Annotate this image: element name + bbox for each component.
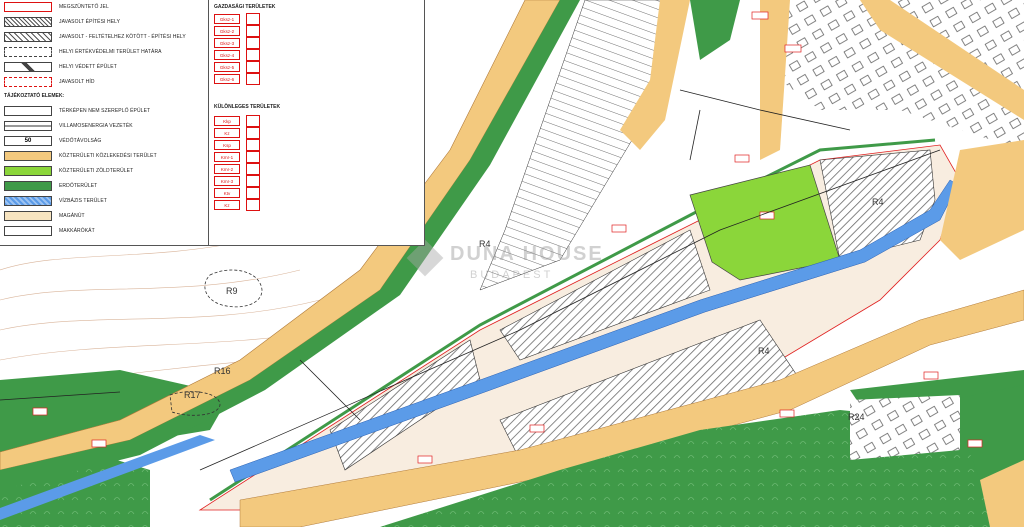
legend-info-item-row: KÖZTERÜLETI ZÖLDTERÜLET [4, 164, 133, 178]
legend-zone-code: Kkp [214, 116, 240, 126]
legend-zone-code: Gksz-5 [214, 62, 240, 72]
legend-item-label: HELYI ÉRTÉKVÉDELMI TERÜLET HATÁRA [59, 49, 162, 55]
label-r16: R16 [214, 366, 231, 376]
legend-item-label: HELYI VÉDETT ÉPÜLET [59, 64, 117, 70]
legend-zone-values [246, 25, 260, 37]
legend-info-item-swatch [4, 166, 52, 176]
legend-zone-code: Gksz-3 [214, 38, 240, 48]
legend-info-item-row: VILLAMOSENERGIA VEZETÉK [4, 119, 133, 133]
legend-zone-values [246, 139, 260, 151]
legend-zone-values [246, 187, 260, 199]
legend-zone-values [246, 127, 260, 139]
legend-zone-values [246, 37, 260, 49]
residential-southeast [850, 395, 960, 460]
legend-info-item-row: MAKKÁRÓKÁT [4, 224, 95, 238]
legend-info-item-swatch [4, 151, 52, 161]
legend-info-item-label: TÉRKÉPEN NEM SZEREPLŐ ÉPÜLET [59, 108, 151, 114]
legend-zone-column: GAZDASÁGI TERÜLETEK Gksz-1 Gksz-2 Gksz-3 Gk… [214, 0, 419, 246]
label-r9: R9 [226, 286, 238, 296]
legend-info-item-swatch [4, 196, 52, 206]
legend-item-swatch [4, 62, 52, 72]
legend-item-swatch [4, 47, 52, 57]
legend-info-item-row: MAGÁNÚT [4, 209, 85, 223]
legend-zone-values [246, 49, 260, 61]
legend-info-item-swatch [4, 106, 52, 116]
legend-zone-code: Ktv [214, 188, 240, 198]
legend-info-item-row: VÍZBÁZIS TERÜLET [4, 194, 107, 208]
legend-zone-values [246, 151, 260, 163]
legend-info-item-row: TÉRKÉPEN NEM SZEREPLŐ ÉPÜLET [4, 104, 150, 118]
legend-info-item-row: ERDŐTERÜLET [4, 179, 97, 193]
legend-info-item-label: KÖZTERÜLETI KÖZLEKEDÉSI TERÜLET [59, 153, 157, 159]
legend-zone-code: Gksz-4 [214, 50, 240, 60]
legend-zone-header: GAZDASÁGI TERÜLETEK [214, 4, 276, 10]
legend-info-header: TÁJÉKOZTATÓ ELEMEK: [4, 93, 65, 99]
legend-zone-code: Kz [214, 200, 240, 210]
legend-zone-values [246, 199, 260, 211]
legend-info-item-label: ERDŐTERÜLET [59, 183, 98, 189]
legend-item-label: JAVASOLT - FELTÉTELHEZ KÖTÖTT - ÉPÍTÉSI … [59, 34, 186, 40]
legend-info-item-swatch [4, 211, 52, 221]
legend-zone-values [246, 13, 260, 25]
legend-zone-code: Kz [214, 128, 240, 138]
label-r4-lower: R4 [872, 197, 884, 207]
legend-zone-code: Gksz-2 [214, 26, 240, 36]
legend-info-item-label: MAKKÁRÓKÁT [59, 228, 95, 234]
legend-zone-values [246, 115, 260, 127]
watermark-title: DUNA HOUSE [450, 243, 604, 265]
legend-item-label: JAVASOLT ÉPÍTÉSI HELY [59, 19, 121, 25]
legend-zone-values [246, 175, 260, 187]
map-legend: MEGSZÜNTETŐ JEL JAVASOLT ÉPÍTÉSI HELY JAVA… [0, 0, 425, 246]
legend-zone-code: Kmr-1 [214, 152, 240, 162]
legend-item-label: JAVASOLT HÍD [59, 79, 95, 85]
legend-zone-code: Kmr-3 [214, 176, 240, 186]
legend-zone-values [246, 163, 260, 175]
legend-zone-code: Gksz-1 [214, 14, 240, 24]
legend-item-row: HELYI VÉDETT ÉPÜLET [4, 60, 117, 74]
label-r24: R24 [848, 412, 865, 422]
legend-item-swatch [4, 17, 52, 27]
legend-zone-code: Gksz-6 [214, 74, 240, 84]
legend-info-item-label: VÉDŐTÁVOLSÁG [59, 138, 102, 144]
map-viewer[interactable]: R9 R16 R17 R4 R4 R4 R24 DUNA HOUSE BUDAP… [0, 0, 1024, 527]
watermark-subtitle: BUDAPEST [470, 269, 554, 281]
legend-item-swatch [4, 32, 52, 42]
legend-zone-values [246, 61, 260, 73]
legend-info-item-row: 50 VÉDŐTÁVOLSÁG [4, 134, 101, 148]
legend-item-row: HELYI ÉRTÉKVÉDELMI TERÜLET HATÁRA [4, 45, 162, 59]
label-r4-center: R4 [758, 346, 770, 356]
legend-item-row: JAVASOLT - FELTÉTELHEZ KÖTÖTT - ÉPÍTÉSI … [4, 30, 186, 44]
watermark: DUNA HOUSE BUDAPEST [406, 237, 608, 292]
legend-divider [208, 0, 209, 246]
legend-item-row: MEGSZÜNTETŐ JEL [4, 0, 109, 14]
legend-info-item-label: MAGÁNÚT [59, 213, 85, 219]
legend-info-item-label: VILLAMOSENERGIA VEZETÉK [59, 123, 133, 129]
label-r17: R17 [184, 390, 201, 400]
legend-zone-values [246, 73, 260, 85]
legend-info-item-row: KÖZTERÜLETI KÖZLEKEDÉSI TERÜLET [4, 149, 157, 163]
legend-info-item-swatch [4, 226, 52, 236]
legend-zone-code: Kmr-2 [214, 164, 240, 174]
legend-zone-code: Ksp [214, 140, 240, 150]
legend-info-item-swatch: 50 [4, 136, 52, 146]
legend-info-item-swatch [4, 181, 52, 191]
legend-zone-header-2: KÜLÖNLEGES TERÜLETEK [214, 104, 281, 110]
legend-info-item-swatch [4, 121, 52, 131]
legend-item-swatch [4, 77, 52, 87]
legend-item-swatch [4, 2, 52, 12]
legend-info-item-label: VÍZBÁZIS TERÜLET [59, 198, 107, 204]
legend-info-item-label: KÖZTERÜLETI ZÖLDTERÜLET [59, 168, 134, 174]
legend-item-label: MEGSZÜNTETŐ JEL [59, 4, 109, 10]
legend-item-row: JAVASOLT ÉPÍTÉSI HELY [4, 15, 120, 29]
legend-item-row: JAVASOLT HÍD [4, 75, 95, 89]
